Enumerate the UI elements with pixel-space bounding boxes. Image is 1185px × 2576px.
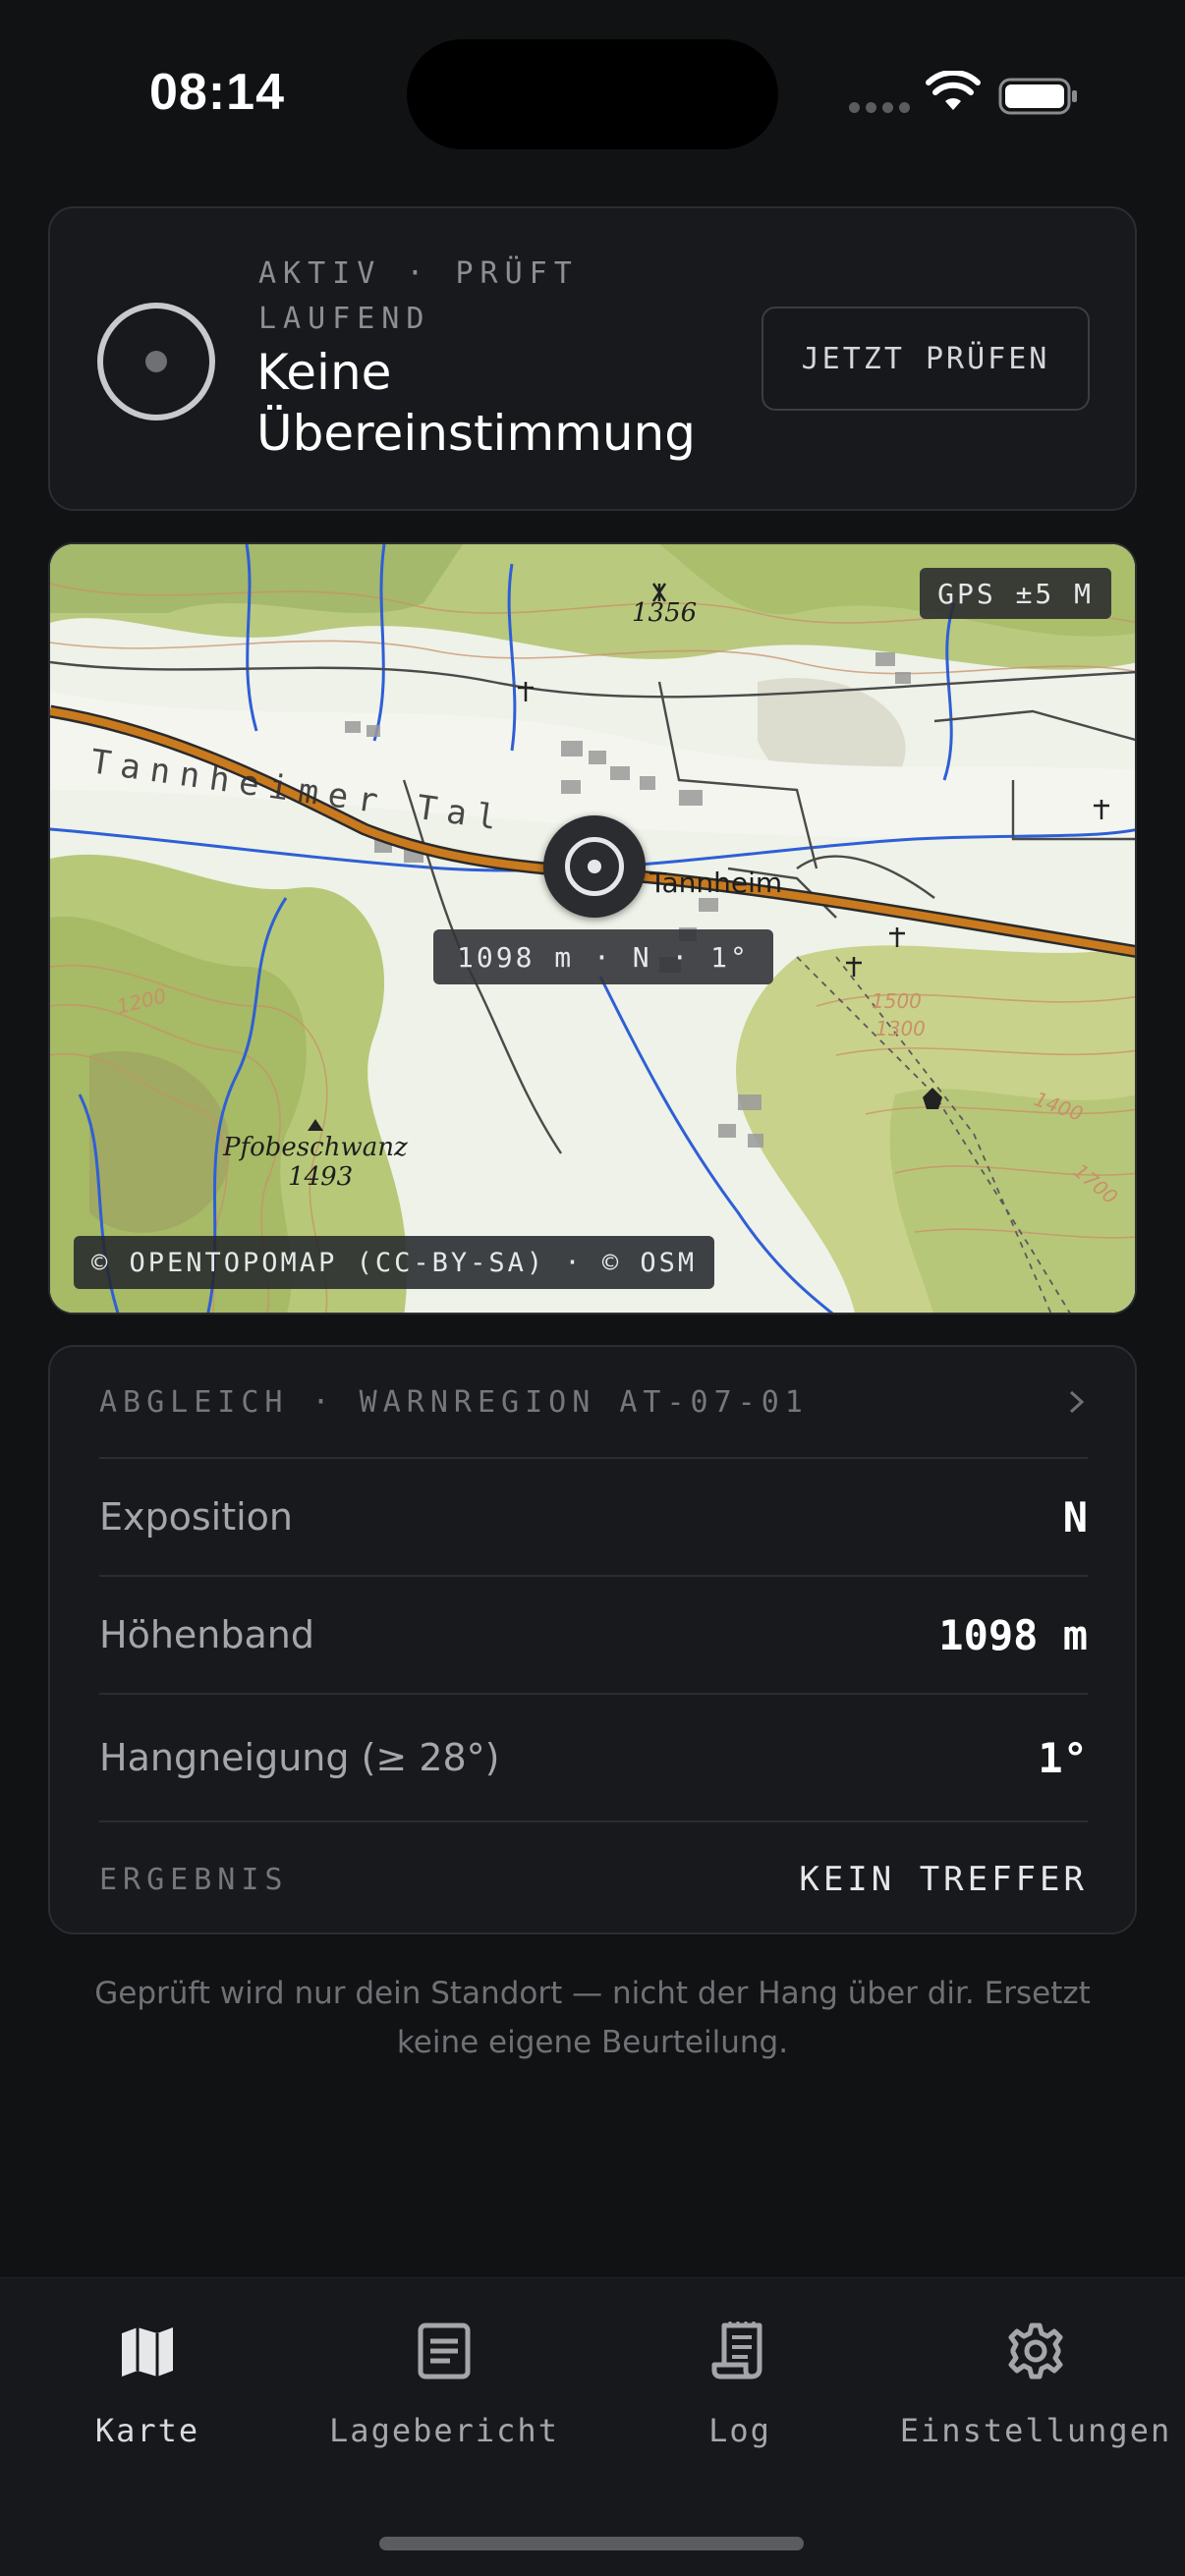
log-icon: [711, 2322, 762, 2380]
slope-row: Hangneigung (≥ 28°) 1°: [99, 1695, 1088, 1822]
map-attribution: © OPENTOPOMAP (CC-BY-SA) · © OSM: [74, 1236, 715, 1289]
monitoring-status-card: AKTIV · PRÜFT LAUFEND Keine Übereinstimm…: [48, 206, 1137, 511]
warning-region-link[interactable]: ABGLEICH · WARNREGION AT-07-01: [99, 1347, 1088, 1459]
map-label-contour-1500: 1500: [872, 989, 922, 1013]
status-time: 08:14: [149, 64, 285, 121]
tab-lagebericht[interactable]: Lagebericht: [297, 2320, 592, 2487]
map-label-town: Tannheim: [649, 867, 782, 899]
map-label-peak-north: 1356: [632, 598, 697, 628]
elevation-band-value: 1098 m: [938, 1610, 1088, 1659]
comparison-header: ABGLEICH · WARNREGION AT-07-01: [99, 1384, 809, 1420]
map-label-contour-1300: 1300: [875, 1017, 926, 1040]
result-row: ERGEBNIS KEIN TREFFER: [99, 1822, 1088, 1936]
tab-karte-label: Karte: [94, 2412, 200, 2449]
status-bar: 08:14: [0, 0, 1185, 196]
disclaimer-text: Geprüft wird nur dein Standort — nicht d…: [94, 1976, 1091, 2060]
chevron-right-icon: [1069, 1390, 1085, 1414]
dynamic-island: [407, 39, 778, 149]
tab-karte[interactable]: Karte: [0, 2320, 295, 2487]
tab-einstellungen[interactable]: Einstellungen: [888, 2320, 1183, 2487]
map-label-peak-southwest-elevation: 1493: [288, 1162, 353, 1192]
tab-log[interactable]: Log: [592, 2320, 887, 2487]
location-readout: 1098 m · N · 1°: [433, 929, 773, 984]
elevation-band-label: Höhenband: [99, 1613, 314, 1656]
tab-log-label: Log: [708, 2412, 771, 2449]
exposition-row: Exposition N: [99, 1459, 1088, 1577]
report-icon: [418, 2323, 471, 2380]
slope-value: 1°: [1038, 1733, 1088, 1782]
home-indicator[interactable]: [379, 2537, 804, 2550]
result-value: KEIN TREFFER: [799, 1860, 1088, 1899]
battery-icon: [998, 78, 1077, 115]
slope-label: Hangneigung (≥ 28°): [99, 1736, 500, 1779]
elevation-band-row: Höhenband 1098 m: [99, 1577, 1088, 1695]
status-title: Keine Übereinstimmung: [256, 344, 696, 462]
tab-bar: Karte Lagebericht Log Einstellungen: [0, 2277, 1185, 2576]
map-icon: [122, 2327, 173, 2377]
gps-accuracy-badge: GPS ±5 M: [920, 568, 1111, 619]
check-now-button[interactable]: JETZT PRÜFEN: [762, 307, 1090, 411]
exposition-label: Exposition: [99, 1495, 294, 1539]
tab-lagebericht-label: Lagebericht: [329, 2412, 559, 2449]
status-kicker: AKTIV · PRÜFT LAUFEND: [258, 256, 579, 336]
gear-icon: [1008, 2323, 1063, 2380]
result-label: ERGEBNIS: [99, 1862, 289, 1897]
status-indicator-icon: [97, 303, 215, 420]
wifi-icon: [926, 71, 981, 110]
exposition-value: N: [1062, 1492, 1088, 1541]
topo-map[interactable]: 1356 Pfobeschwanz 1493 Tannheim Tannheim…: [48, 542, 1137, 1315]
current-location-icon[interactable]: [543, 815, 646, 918]
cellular-signal-icon: [849, 102, 910, 113]
comparison-panel: ABGLEICH · WARNREGION AT-07-01 Expositio…: [48, 1345, 1137, 1934]
map-label-peak-southwest-name: Pfobeschwanz: [222, 1133, 408, 1162]
tab-einstellungen-label: Einstellungen: [899, 2412, 1172, 2449]
